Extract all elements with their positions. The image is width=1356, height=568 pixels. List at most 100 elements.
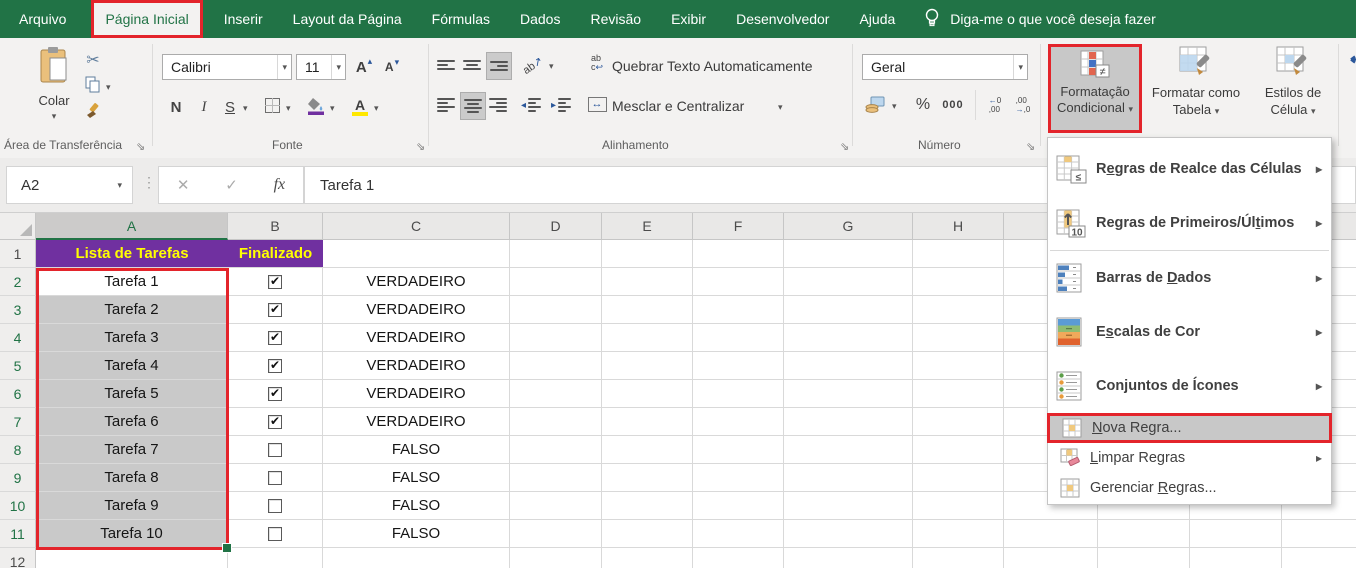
empty-cell[interactable]: [602, 268, 693, 296]
cell-a8[interactable]: Tarefa 7: [36, 436, 228, 464]
number-format-caret[interactable]: ▾: [1013, 55, 1027, 79]
empty-cell[interactable]: [693, 520, 784, 548]
tab-exibir[interactable]: Exibir: [656, 0, 721, 38]
cell-c3[interactable]: VERDADEIRO: [323, 296, 510, 324]
font-size-combo[interactable]: 11 ▾: [296, 54, 346, 80]
row-header-2[interactable]: 2: [0, 268, 36, 296]
merge-center-button[interactable]: ↔: [586, 94, 608, 114]
row-header-7[interactable]: 7: [0, 408, 36, 436]
empty-cell[interactable]: [602, 352, 693, 380]
insert-cells-button[interactable]: Ins: [1344, 46, 1356, 104]
decrease-indent-button[interactable]: ◂: [518, 92, 544, 118]
tab-arquivo[interactable]: Arquivo: [0, 0, 85, 38]
decrease-decimal-button[interactable]: ,00→,0: [1010, 92, 1036, 118]
empty-cell[interactable]: [913, 492, 1004, 520]
tab-formulas[interactable]: Fórmulas: [417, 0, 505, 38]
empty-cell[interactable]: [693, 268, 784, 296]
empty-cell[interactable]: [913, 548, 1004, 568]
empty-cell[interactable]: [693, 548, 784, 568]
wrap-text-label[interactable]: Quebrar Texto Automaticamente: [612, 58, 813, 74]
empty-cell[interactable]: [510, 380, 602, 408]
cell-a7[interactable]: Tarefa 6: [36, 408, 228, 436]
top-align-button[interactable]: [434, 52, 458, 78]
cell-c4[interactable]: VERDADEIRO: [323, 324, 510, 352]
empty-cell[interactable]: [510, 240, 602, 268]
empty-cell[interactable]: [784, 492, 913, 520]
paste-dropdown-caret[interactable]: ▾: [52, 112, 57, 121]
empty-cell[interactable]: [602, 464, 693, 492]
cancel-icon[interactable]: ✕: [177, 176, 190, 194]
font-size-caret[interactable]: ▾: [331, 55, 345, 79]
formula-bar-drag-handle[interactable]: ⋮: [142, 174, 156, 191]
column-header-d[interactable]: D: [510, 213, 602, 240]
paste-button[interactable]: Colar ▾: [26, 46, 82, 121]
font-name-combo[interactable]: Calibri ▾: [162, 54, 292, 80]
empty-cell[interactable]: [510, 436, 602, 464]
bold-button[interactable]: N: [164, 94, 188, 120]
empty-cell[interactable]: [693, 492, 784, 520]
bottom-align-button[interactable]: [486, 52, 512, 80]
underline-button[interactable]: S: [218, 94, 242, 120]
font-dialog-launcher-icon[interactable]: ⇘: [416, 142, 425, 153]
cell-a6[interactable]: Tarefa 5: [36, 380, 228, 408]
checkbox[interactable]: [268, 331, 282, 345]
tab-inserir[interactable]: Inserir: [209, 0, 278, 38]
empty-cell[interactable]: [784, 408, 913, 436]
menu-item-icon-sets[interactable]: Conjuntos de Ícones ▸: [1048, 359, 1331, 413]
empty-cell[interactable]: [510, 520, 602, 548]
column-header-g[interactable]: G: [784, 213, 913, 240]
comma-style-button[interactable]: 000: [938, 92, 968, 118]
column-header-a[interactable]: A: [36, 213, 228, 240]
copy-button[interactable]: [82, 76, 104, 96]
enter-check-icon[interactable]: ✓: [225, 176, 238, 194]
empty-cell[interactable]: [693, 240, 784, 268]
checkbox[interactable]: [268, 443, 282, 457]
row-header-1[interactable]: 1: [0, 240, 36, 268]
cell-a11[interactable]: Tarefa 10: [36, 520, 228, 548]
empty-cell[interactable]: [1004, 548, 1098, 568]
column-header-e[interactable]: E: [602, 213, 693, 240]
cell-styles-button[interactable]: Estilos de Célula ▾: [1250, 46, 1336, 118]
empty-cell[interactable]: [1098, 548, 1190, 568]
cell-b9[interactable]: [228, 464, 323, 492]
cell-b10[interactable]: [228, 492, 323, 520]
empty-cell[interactable]: [510, 324, 602, 352]
cell-a2-active[interactable]: Tarefa 1: [36, 268, 228, 296]
checkbox[interactable]: [268, 415, 282, 429]
format-painter-button[interactable]: [82, 102, 104, 122]
align-left-button[interactable]: [434, 92, 458, 118]
empty-cell[interactable]: [784, 464, 913, 492]
row-header-12[interactable]: 12: [0, 548, 36, 568]
empty-cell[interactable]: [913, 240, 1004, 268]
empty-cell[interactable]: [913, 268, 1004, 296]
cell-b5[interactable]: [228, 352, 323, 380]
empty-cell[interactable]: [913, 520, 1004, 548]
menu-item-data-bars[interactable]: Barras de Dados ▸: [1048, 251, 1331, 305]
empty-cell[interactable]: [602, 408, 693, 436]
empty-cell[interactable]: [602, 548, 693, 568]
empty-cell[interactable]: [913, 436, 1004, 464]
empty-cell[interactable]: [784, 436, 913, 464]
empty-cell[interactable]: [693, 464, 784, 492]
clipboard-dialog-launcher-icon[interactable]: ⇘: [136, 142, 145, 153]
empty-cell[interactable]: [784, 240, 913, 268]
checkbox[interactable]: [268, 303, 282, 317]
empty-cell[interactable]: [602, 324, 693, 352]
empty-cell[interactable]: [602, 380, 693, 408]
empty-cell[interactable]: [1282, 548, 1356, 568]
number-format-combo[interactable]: Geral ▾: [862, 54, 1028, 80]
menu-item-new-rule[interactable]: Nova Regra...: [1047, 413, 1332, 443]
decrease-font-size-button[interactable]: A▾: [380, 54, 404, 80]
middle-align-button[interactable]: [460, 52, 484, 78]
cell-b7[interactable]: [228, 408, 323, 436]
cell-a12[interactable]: [36, 548, 228, 568]
cell-c2[interactable]: VERDADEIRO: [323, 268, 510, 296]
menu-item-manage-rules[interactable]: Gerenciar Regras...: [1048, 473, 1331, 503]
italic-button[interactable]: I: [192, 94, 216, 120]
empty-cell[interactable]: [784, 352, 913, 380]
font-color-button[interactable]: A: [348, 94, 372, 120]
cell-b2[interactable]: [228, 268, 323, 296]
column-header-c[interactable]: C: [323, 213, 510, 240]
row-header-4[interactable]: 4: [0, 324, 36, 352]
alignment-dialog-launcher-icon[interactable]: ⇘: [840, 142, 849, 153]
